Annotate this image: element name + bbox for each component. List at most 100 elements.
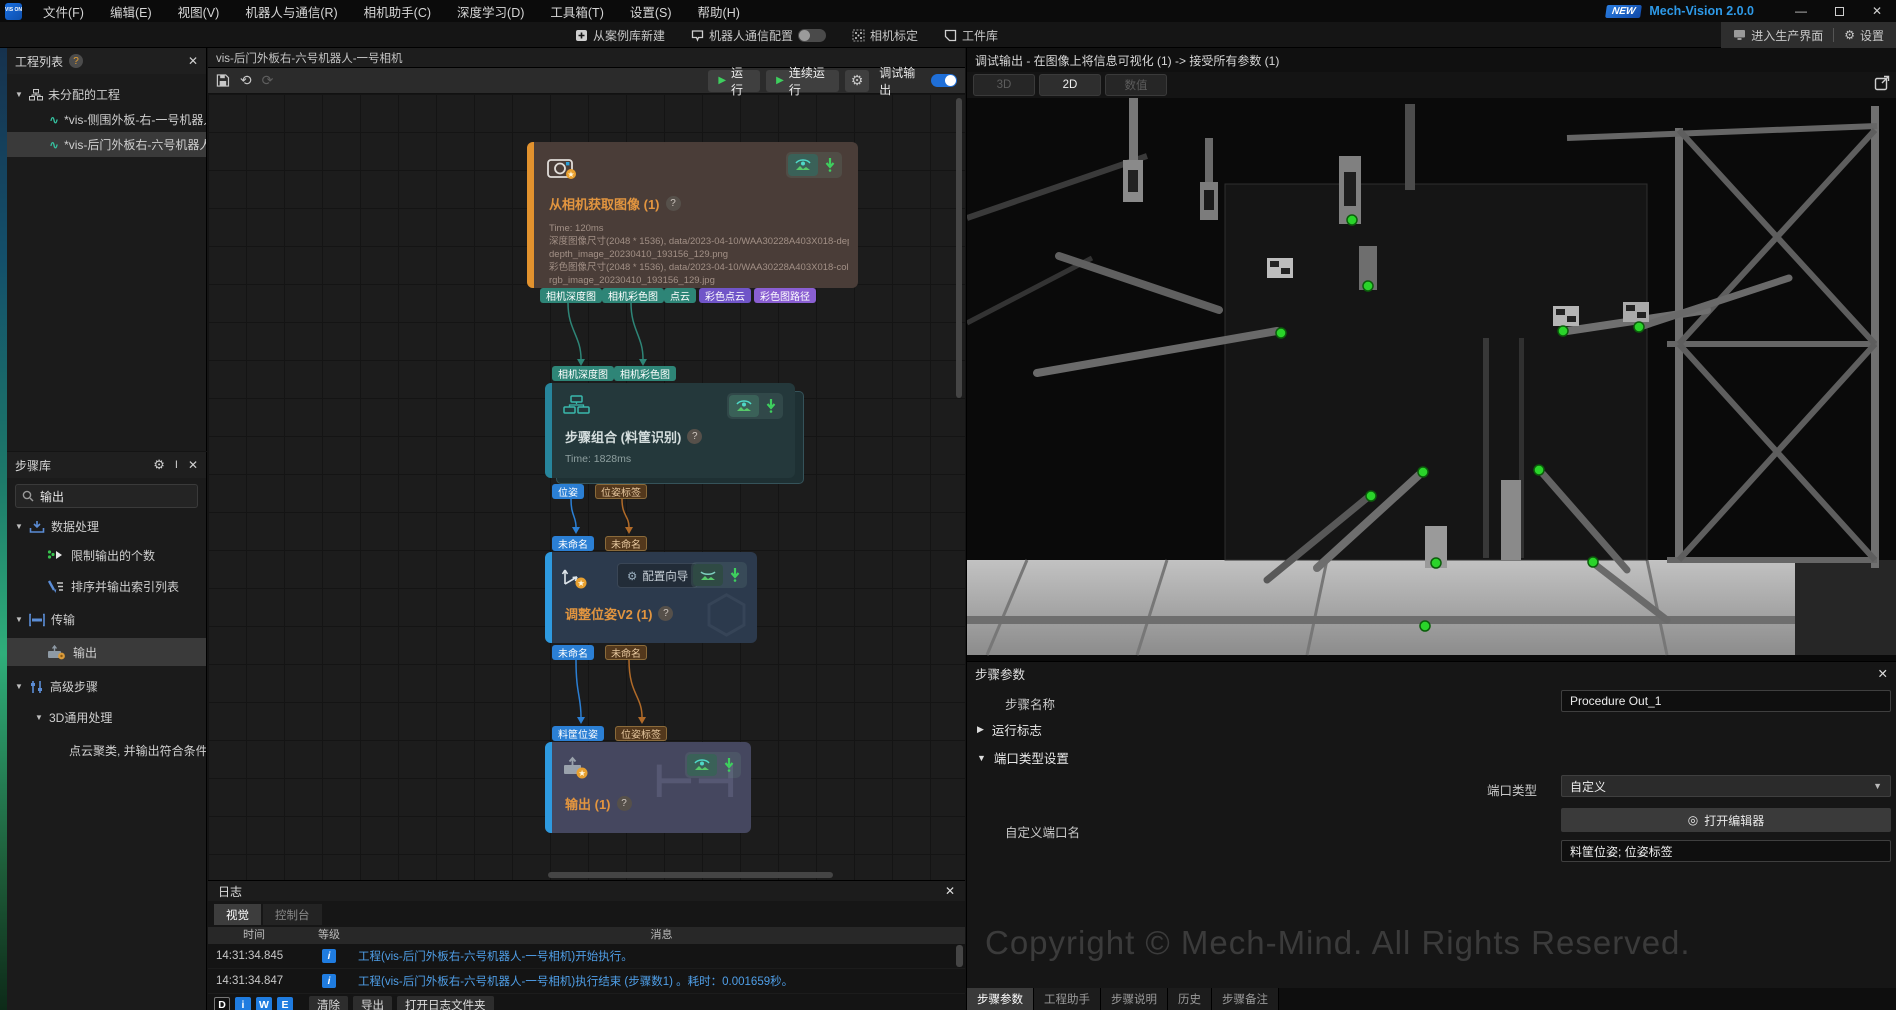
port-tag-basket-pose[interactable]: 料筐位姿 [552,726,604,741]
run-settings-button[interactable]: ⚙ [845,70,870,92]
close-icon[interactable]: ✕ [188,54,198,68]
eye-icon[interactable] [729,395,759,417]
log-scrollbar[interactable] [956,945,963,967]
config-wizard-button[interactable]: ⚙ 配置向导 [617,563,698,588]
step-item-output-selected[interactable]: 输出 [7,638,206,666]
close-icon[interactable]: ✕ [945,884,955,898]
viewer-tab-2d[interactable]: 2D [1039,74,1101,96]
menu-deep-learning[interactable]: 深度学习(D) [444,0,537,22]
eye-icon[interactable] [687,754,717,776]
port-tag-pose-label[interactable]: 位姿标签 [595,484,647,499]
canvas-tab-title[interactable]: vis-后门外板右-六号机器人-一号相机 [216,50,403,66]
step-item-pointcloud-cluster[interactable]: 点云聚类, 并输出符合条件的... [7,738,206,763]
menu-settings[interactable]: 设置(S) [617,0,685,22]
step-cat-data-processing[interactable]: ▼ 数据处理 [7,514,206,539]
project-item-2-selected[interactable]: ∿ *vis-后门外板右-六号机器人-一号... [7,132,206,157]
robot-comm-config-button[interactable]: 机器人通信配置 [691,27,826,44]
viewer-tab-3d[interactable]: 3D [973,74,1035,96]
save-icon[interactable] [216,73,230,88]
help-icon[interactable]: ? [687,429,702,444]
help-icon[interactable]: ? [617,796,632,811]
chevron-down-icon[interactable]: ▼ [15,615,25,624]
tab-step-parameters[interactable]: 步骤参数 [967,988,1034,1010]
download-arrow-icon[interactable] [725,564,745,586]
menu-toolbox[interactable]: 工具箱(T) [537,0,616,22]
port-tag-camera-depth[interactable]: 相机深度图 [540,288,602,303]
debug-output-toggle[interactable] [931,74,957,87]
node-adjust-poses[interactable]: ⬡ ★ ⚙ 配置向导 调整位姿V2 (1) ? [545,552,757,643]
log-tab-vision[interactable]: 视觉 [214,904,261,925]
log-filter-info[interactable]: i [235,997,251,1010]
log-filter-warning[interactable]: W [256,997,272,1010]
continuous-run-button[interactable]: ▶ 连续运行 [766,70,839,92]
port-tag-pose[interactable]: 位姿 [552,484,584,499]
port-tag-unnamed[interactable]: 未命名 [605,536,647,551]
help-icon[interactable]: ? [658,606,673,621]
download-arrow-icon[interactable] [820,154,840,176]
menu-view[interactable]: 视图(V) [165,0,233,22]
port-tag-unnamed[interactable]: 未命名 [552,645,594,660]
tab-project-assistant[interactable]: 工程助手 [1034,988,1101,1010]
maximize-button[interactable] [1820,0,1858,22]
menu-file[interactable]: 文件(F) [30,0,97,22]
eye-closed-icon[interactable] [693,564,723,586]
robot-comm-toggle[interactable] [798,29,826,42]
new-from-case-button[interactable]: 从案例库新建 [575,27,665,44]
enter-production-button[interactable]: 进入生产界面 [1733,27,1823,44]
node-procedure-group[interactable]: 步骤组合 (料筐识别) ? Time: 1828ms [545,383,795,478]
node-capture-image[interactable]: ★ 从相机获取图像 (1) ? Time: 120ms 深度图像尺寸(2048 … [527,142,858,288]
pin-icon[interactable]: I [175,459,178,471]
project-group-unassigned[interactable]: ▼ 未分配的工程 [7,82,206,107]
open-external-icon[interactable] [1874,75,1890,96]
menu-help[interactable]: 帮助(H) [685,0,753,22]
step-item-sort-output[interactable]: 排序并输出索引列表 [7,574,206,599]
close-icon[interactable]: ✕ [188,458,198,472]
port-tag-color-cloud[interactable]: 彩色点云 [699,288,751,303]
workpiece-library-button[interactable]: 工件库 [944,27,998,44]
close-icon[interactable]: ✕ [1878,666,1888,681]
log-filter-error[interactable]: E [277,997,293,1010]
port-type-dropdown[interactable]: 自定义 ▼ [1561,775,1891,797]
settings-button[interactable]: ⚙ 设置 [1844,27,1884,44]
redo-icon[interactable]: ⟳ [262,72,274,89]
undo-icon[interactable]: ⟲ [240,72,252,89]
port-tag-pose-label[interactable]: 位姿标签 [615,726,667,741]
port-tag-color-path[interactable]: 彩色图路径 [754,288,816,303]
log-filter-debug[interactable]: D [214,997,230,1010]
node-output[interactable]: ⊢⊣ ★ 输出 (1) ? [545,742,751,833]
log-clear-button[interactable]: 清除 [309,996,348,1010]
port-tag-unnamed[interactable]: 未命名 [605,645,647,660]
tab-step-description[interactable]: 步骤说明 [1101,988,1168,1010]
download-arrow-icon[interactable] [761,395,781,417]
port-tag-in-color[interactable]: 相机彩色图 [614,366,676,381]
port-tag-camera-color[interactable]: 相机彩色图 [602,288,664,303]
help-icon[interactable]: ? [69,54,83,68]
gear-icon[interactable]: ⚙ [153,457,165,473]
close-button[interactable]: ✕ [1858,0,1896,22]
port-tag-pointcloud[interactable]: 点云 [664,288,696,303]
step-cat-transfer[interactable]: ▼ 传输 [7,607,206,632]
section-port-type[interactable]: ▼ 端口类型设置 [977,748,1069,767]
eye-icon[interactable] [788,154,818,176]
viewer-tab-numeric[interactable]: 数值 [1105,74,1167,96]
project-item-1[interactable]: ∿ *vis-侧围外板-右-一号机器人-二号... [7,107,206,132]
open-editor-button[interactable]: ◎ 打开编辑器 [1561,808,1891,832]
port-tag-in-depth[interactable]: 相机深度图 [552,366,614,381]
menu-camera-assistant[interactable]: 相机助手(C) [351,0,444,22]
minimize-button[interactable]: — [1782,0,1820,22]
step-cat-advanced[interactable]: ▼ 高级步骤 [7,674,206,699]
log-export-button[interactable]: 导出 [353,996,392,1010]
chevron-down-icon[interactable]: ▼ [35,713,45,722]
vertical-scrollbar[interactable] [956,98,962,398]
step-item-limit-output[interactable]: 限制输出的个数 [7,543,206,568]
camera-2d-image[interactable] [967,98,1896,661]
log-tab-console[interactable]: 控制台 [263,904,322,925]
port-tag-unnamed[interactable]: 未命名 [552,536,594,551]
tab-history[interactable]: 历史 [1168,988,1212,1010]
run-button[interactable]: ▶ 运行 [708,70,760,92]
tab-step-notes[interactable]: 步骤备注 [1212,988,1279,1010]
menu-edit[interactable]: 编辑(E) [97,0,165,22]
custom-port-input[interactable]: 料筐位姿; 位姿标签 [1561,840,1891,862]
section-run-flags[interactable]: ▶ 运行标志 [977,720,1042,739]
download-arrow-icon[interactable] [719,754,739,776]
